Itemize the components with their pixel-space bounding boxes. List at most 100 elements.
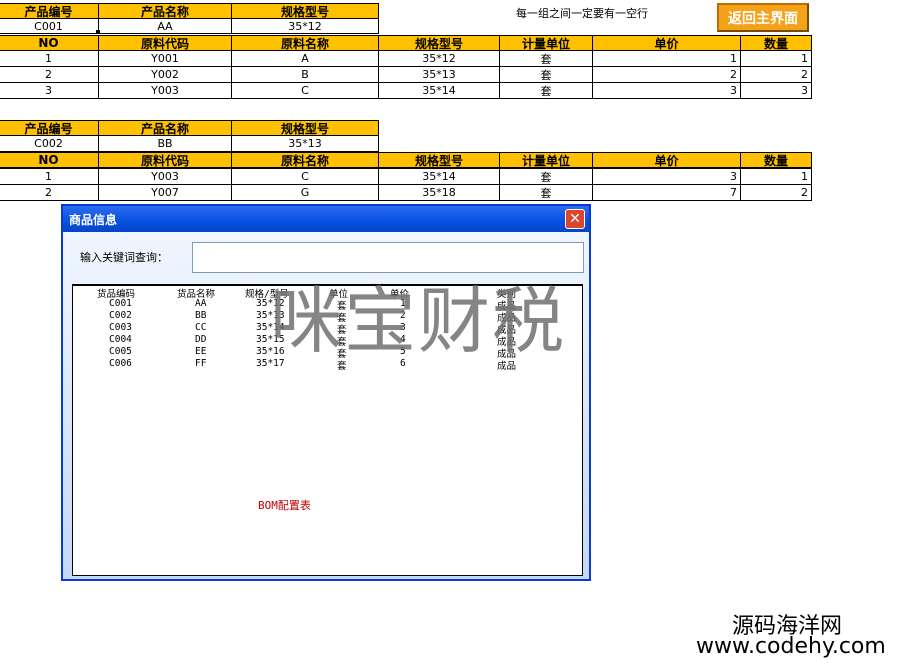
- list-cell: C002: [109, 310, 132, 321]
- table-cell[interactable]: 套: [499, 82, 593, 99]
- list-cell: 2: [400, 310, 406, 321]
- site-watermark-url: www.codehy.com: [696, 634, 886, 659]
- g1-product-name-header: 产品名称: [98, 3, 232, 19]
- list-cell: DD: [195, 334, 207, 345]
- table-cell[interactable]: 35*14: [378, 168, 500, 185]
- list-cell: C006: [109, 358, 132, 369]
- g2-col-unit: 计量单位: [499, 152, 593, 168]
- table-cell[interactable]: 3: [592, 168, 741, 185]
- table-cell[interactable]: Y001: [98, 50, 232, 67]
- table-cell[interactable]: 套: [499, 50, 593, 67]
- list-cell: AA: [195, 298, 207, 309]
- g1-product-code-header: 产品编号: [0, 3, 99, 19]
- list-cell: 5: [400, 346, 406, 357]
- table-cell[interactable]: 2: [0, 66, 99, 83]
- table-cell[interactable]: 1: [592, 50, 741, 67]
- table-cell[interactable]: Y007: [98, 184, 232, 201]
- list-item[interactable]: C003 CC 35*14 套 3 成品: [73, 322, 582, 336]
- table-cell[interactable]: 2: [0, 184, 99, 201]
- query-input[interactable]: [192, 242, 584, 273]
- g1-col-material-name: 原料名称: [231, 35, 379, 51]
- table-cell[interactable]: 套: [499, 184, 593, 201]
- query-label: 输入关键词查询：: [80, 251, 168, 264]
- g2-col-material-name: 原料名称: [231, 152, 379, 168]
- list-cell: CC: [195, 322, 207, 333]
- list-item[interactable]: C001 AA 35*12 套 1 成品: [73, 298, 582, 312]
- g1-col-no: NO: [0, 35, 99, 51]
- g2-product-code-cell[interactable]: C002: [0, 135, 99, 152]
- table-cell[interactable]: G: [231, 184, 379, 201]
- g2-col-qty: 数量: [740, 152, 812, 168]
- list-cell: C003: [109, 322, 132, 333]
- list-cell: 套: [337, 361, 347, 372]
- table-cell[interactable]: 35*18: [378, 184, 500, 201]
- list-cell: C001: [109, 298, 132, 309]
- list-cell: EE: [195, 346, 207, 357]
- table-cell[interactable]: B: [231, 66, 379, 83]
- g2-col-material-code: 原料代码: [98, 152, 232, 168]
- list-header: 货品编码 货品名称 规格/型号 单位 单价 类别: [73, 286, 582, 300]
- g1-col-unit: 计量单位: [499, 35, 593, 51]
- table-cell[interactable]: 2: [740, 66, 812, 83]
- table-cell[interactable]: C: [231, 82, 379, 99]
- dialog-body: 输入关键词查询： 货品编码 货品名称 规格/型号 单位 单价 类别 C001 A…: [63, 232, 589, 579]
- list-cell: 3: [400, 322, 406, 333]
- table-cell[interactable]: 3: [0, 82, 99, 99]
- g1-col-spec: 规格型号: [378, 35, 500, 51]
- table-cell[interactable]: 1: [740, 50, 812, 67]
- list-cell: 1: [400, 298, 406, 309]
- table-cell[interactable]: 套: [499, 66, 593, 83]
- g2-spec-header: 规格型号: [231, 120, 379, 136]
- dialog-title: 商品信息: [69, 212, 118, 227]
- table-cell[interactable]: Y003: [98, 82, 232, 99]
- table-cell[interactable]: Y002: [98, 66, 232, 83]
- product-info-dialog: 商品信息 ✕ 输入关键词查询： 货品编码 货品名称 规格/型号 单位 单价 类别…: [61, 204, 591, 581]
- list-item[interactable]: C002 BB 35*13 套 2 成品: [73, 310, 582, 324]
- table-cell[interactable]: 7: [592, 184, 741, 201]
- list-cell: 成品: [497, 361, 517, 372]
- dialog-titlebar[interactable]: 商品信息 ✕: [63, 206, 589, 232]
- g1-col-qty: 数量: [740, 35, 812, 51]
- g2-spec-cell[interactable]: 35*13: [231, 135, 379, 152]
- g2-col-price: 单价: [592, 152, 741, 168]
- table-cell[interactable]: 3: [740, 82, 812, 99]
- g1-spec-cell[interactable]: 35*12: [231, 18, 379, 34]
- table-cell[interactable]: C: [231, 168, 379, 185]
- table-cell[interactable]: 2: [592, 66, 741, 83]
- table-cell[interactable]: 35*12: [378, 50, 500, 67]
- list-cell: 35*15: [256, 334, 285, 345]
- list-item[interactable]: C004 DD 35*15 套 4 成品: [73, 334, 582, 348]
- g1-product-code-cell[interactable]: C001: [0, 18, 99, 34]
- list-cell: BB: [195, 310, 207, 321]
- table-cell[interactable]: 2: [740, 184, 812, 201]
- list-item[interactable]: C006 FF 35*17 套 6 成品: [73, 358, 582, 372]
- table-cell[interactable]: 1: [740, 168, 812, 185]
- table-cell[interactable]: A: [231, 50, 379, 67]
- g1-col-price: 单价: [592, 35, 741, 51]
- table-cell[interactable]: 3: [592, 82, 741, 99]
- list-cell: 35*12: [256, 298, 285, 309]
- table-cell[interactable]: 1: [0, 50, 99, 67]
- product-listbox[interactable]: 货品编码 货品名称 规格/型号 单位 单价 类别 C001 AA 35*12 套…: [72, 284, 583, 576]
- list-item[interactable]: C005 EE 35*16 套 5 成品: [73, 346, 582, 360]
- return-main-button[interactable]: 返回主界面: [717, 3, 809, 32]
- list-cell: 35*14: [256, 322, 285, 333]
- g1-product-name-cell[interactable]: AA: [98, 18, 232, 34]
- table-cell[interactable]: 35*14: [378, 82, 500, 99]
- g2-product-name-cell[interactable]: BB: [98, 135, 232, 152]
- close-icon: ✕: [569, 211, 581, 227]
- g2-col-spec: 规格型号: [378, 152, 500, 168]
- list-cell: 35*16: [256, 346, 285, 357]
- list-cell: C005: [109, 346, 132, 357]
- table-cell[interactable]: 1: [0, 168, 99, 185]
- g2-product-name-header: 产品名称: [98, 120, 232, 136]
- table-cell[interactable]: Y003: [98, 168, 232, 185]
- table-cell[interactable]: 套: [499, 168, 593, 185]
- close-button[interactable]: ✕: [565, 209, 585, 229]
- list-cell: C004: [109, 334, 132, 345]
- cell-fill-handle[interactable]: [96, 30, 100, 34]
- g2-product-code-header: 产品编号: [0, 120, 99, 136]
- list-cell: 35*17: [256, 358, 285, 369]
- table-cell[interactable]: 35*13: [378, 66, 500, 83]
- list-cell: FF: [195, 358, 207, 369]
